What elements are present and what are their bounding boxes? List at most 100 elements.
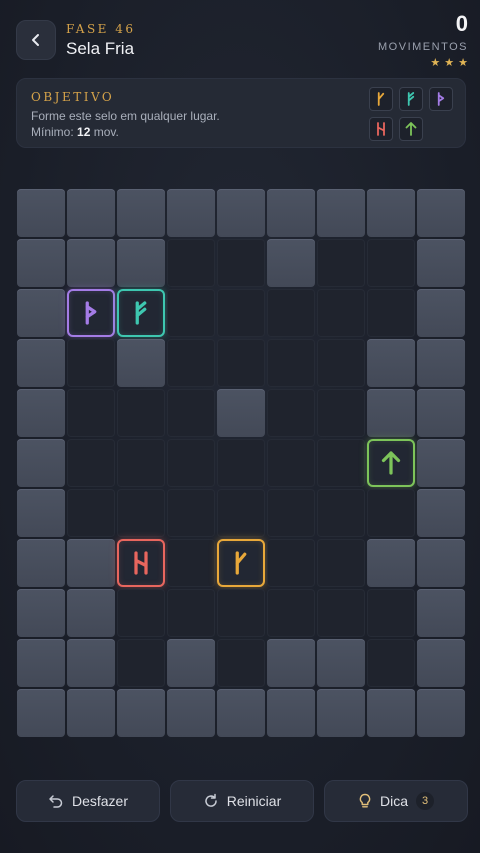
lightbulb-icon — [359, 793, 371, 808]
thurisaz-rune-icon — [437, 92, 445, 106]
wall-block — [67, 189, 115, 237]
restart-label: Reiniciar — [226, 793, 282, 809]
floor-cell — [317, 389, 365, 437]
star-icon: ★ — [458, 57, 468, 69]
restart-button[interactable]: Reiniciar — [170, 780, 314, 822]
wall-block — [417, 239, 465, 287]
floor-cell — [267, 289, 315, 337]
floor-cell — [217, 439, 265, 487]
floor-cell — [117, 589, 165, 637]
minimum-label: Mínimo: — [31, 125, 74, 139]
back-button[interactable] — [16, 20, 56, 60]
target-seal-pattern — [369, 87, 453, 141]
floor-cell — [217, 289, 265, 337]
wall-block — [417, 539, 465, 587]
kaun-rune-icon — [377, 92, 385, 106]
wall-block — [417, 189, 465, 237]
floor-cell — [267, 389, 315, 437]
floor-cell — [67, 389, 115, 437]
wall-block — [117, 239, 165, 287]
floor-cell — [367, 489, 415, 537]
floor-cell — [217, 639, 265, 687]
wall-block — [417, 639, 465, 687]
wall-block — [317, 639, 365, 687]
floor-cell — [317, 239, 365, 287]
rune-tile-teal[interactable] — [117, 289, 165, 337]
floor-cell — [267, 589, 315, 637]
floor-cell — [167, 239, 215, 287]
floor-cell — [167, 489, 215, 537]
floor-cell — [317, 489, 365, 537]
wall-block — [117, 189, 165, 237]
floor-cell — [217, 589, 265, 637]
floor-cell — [367, 289, 415, 337]
rune-tile-gold[interactable] — [217, 539, 265, 587]
floor-cell — [317, 589, 365, 637]
floor-cell — [217, 489, 265, 537]
rune-tile-green[interactable] — [367, 439, 415, 487]
arrow-up-rune-icon — [381, 451, 401, 475]
wall-block — [417, 289, 465, 337]
star-icon: ★ — [444, 57, 455, 69]
moves-count: 0 — [455, 11, 468, 36]
wall-block — [417, 339, 465, 387]
floor-cell — [67, 339, 115, 387]
wall-block — [367, 389, 415, 437]
wall-block — [267, 689, 315, 737]
pattern-rune-teal — [399, 87, 423, 111]
floor-cell — [117, 389, 165, 437]
wall-block — [367, 339, 415, 387]
rune-tile-purple[interactable] — [67, 289, 115, 337]
floor-cell — [367, 589, 415, 637]
floor-cell — [117, 639, 165, 687]
wall-block — [367, 189, 415, 237]
floor-cell — [167, 589, 215, 637]
wall-block — [17, 639, 65, 687]
wall-block — [67, 239, 115, 287]
pattern-rune-gold — [369, 87, 393, 111]
wall-block — [367, 689, 415, 737]
wall-block — [317, 189, 365, 237]
wall-block — [17, 439, 65, 487]
floor-cell — [367, 639, 415, 687]
moves-label: MOVIMENTOS — [378, 41, 468, 53]
floor-cell — [267, 439, 315, 487]
floor-cell — [217, 339, 265, 387]
wall-block — [367, 539, 415, 587]
floor-cell — [267, 489, 315, 537]
hint-count-badge: 3 — [416, 792, 434, 810]
wall-block — [417, 489, 465, 537]
floor-cell — [117, 439, 165, 487]
restart-icon — [205, 793, 217, 807]
hagalaz-rune-icon — [134, 551, 148, 575]
wall-block — [267, 639, 315, 687]
star-icon: ★ — [430, 57, 441, 69]
wall-block — [117, 339, 165, 387]
rune-tile-red[interactable] — [117, 539, 165, 587]
fehu-rune-icon — [407, 92, 415, 106]
undo-button[interactable]: Desfazer — [16, 780, 160, 822]
floor-cell — [267, 339, 315, 387]
pattern-rune-green — [399, 117, 423, 141]
arrow-up-rune-icon — [405, 122, 417, 136]
objective-minimum: Mínimo: 12 mov. — [31, 125, 119, 139]
floor-cell — [217, 239, 265, 287]
wall-block — [117, 689, 165, 737]
floor-cell — [317, 339, 365, 387]
hint-label: Dica — [379, 793, 408, 809]
minimum-value: 12 — [77, 125, 91, 139]
floor-cell — [67, 439, 115, 487]
objective-card: OBJETIVO Forme este selo em qualquer lug… — [16, 78, 466, 148]
wall-block — [17, 689, 65, 737]
wall-block — [167, 189, 215, 237]
fehu-rune-icon — [135, 301, 147, 325]
game-screen: FASE 46 Sela Fria 0 MOVIMENTOS ★ ★ ★ OBJET… — [0, 0, 480, 853]
game-board[interactable] — [16, 188, 466, 738]
hint-button[interactable]: Dica 3 — [324, 780, 468, 822]
wall-block — [167, 689, 215, 737]
star-rating: ★ ★ ★ — [430, 56, 468, 69]
wall-block — [17, 189, 65, 237]
objective-title: OBJETIVO — [31, 90, 115, 104]
wall-block — [17, 539, 65, 587]
kaun-rune-icon — [235, 551, 247, 575]
